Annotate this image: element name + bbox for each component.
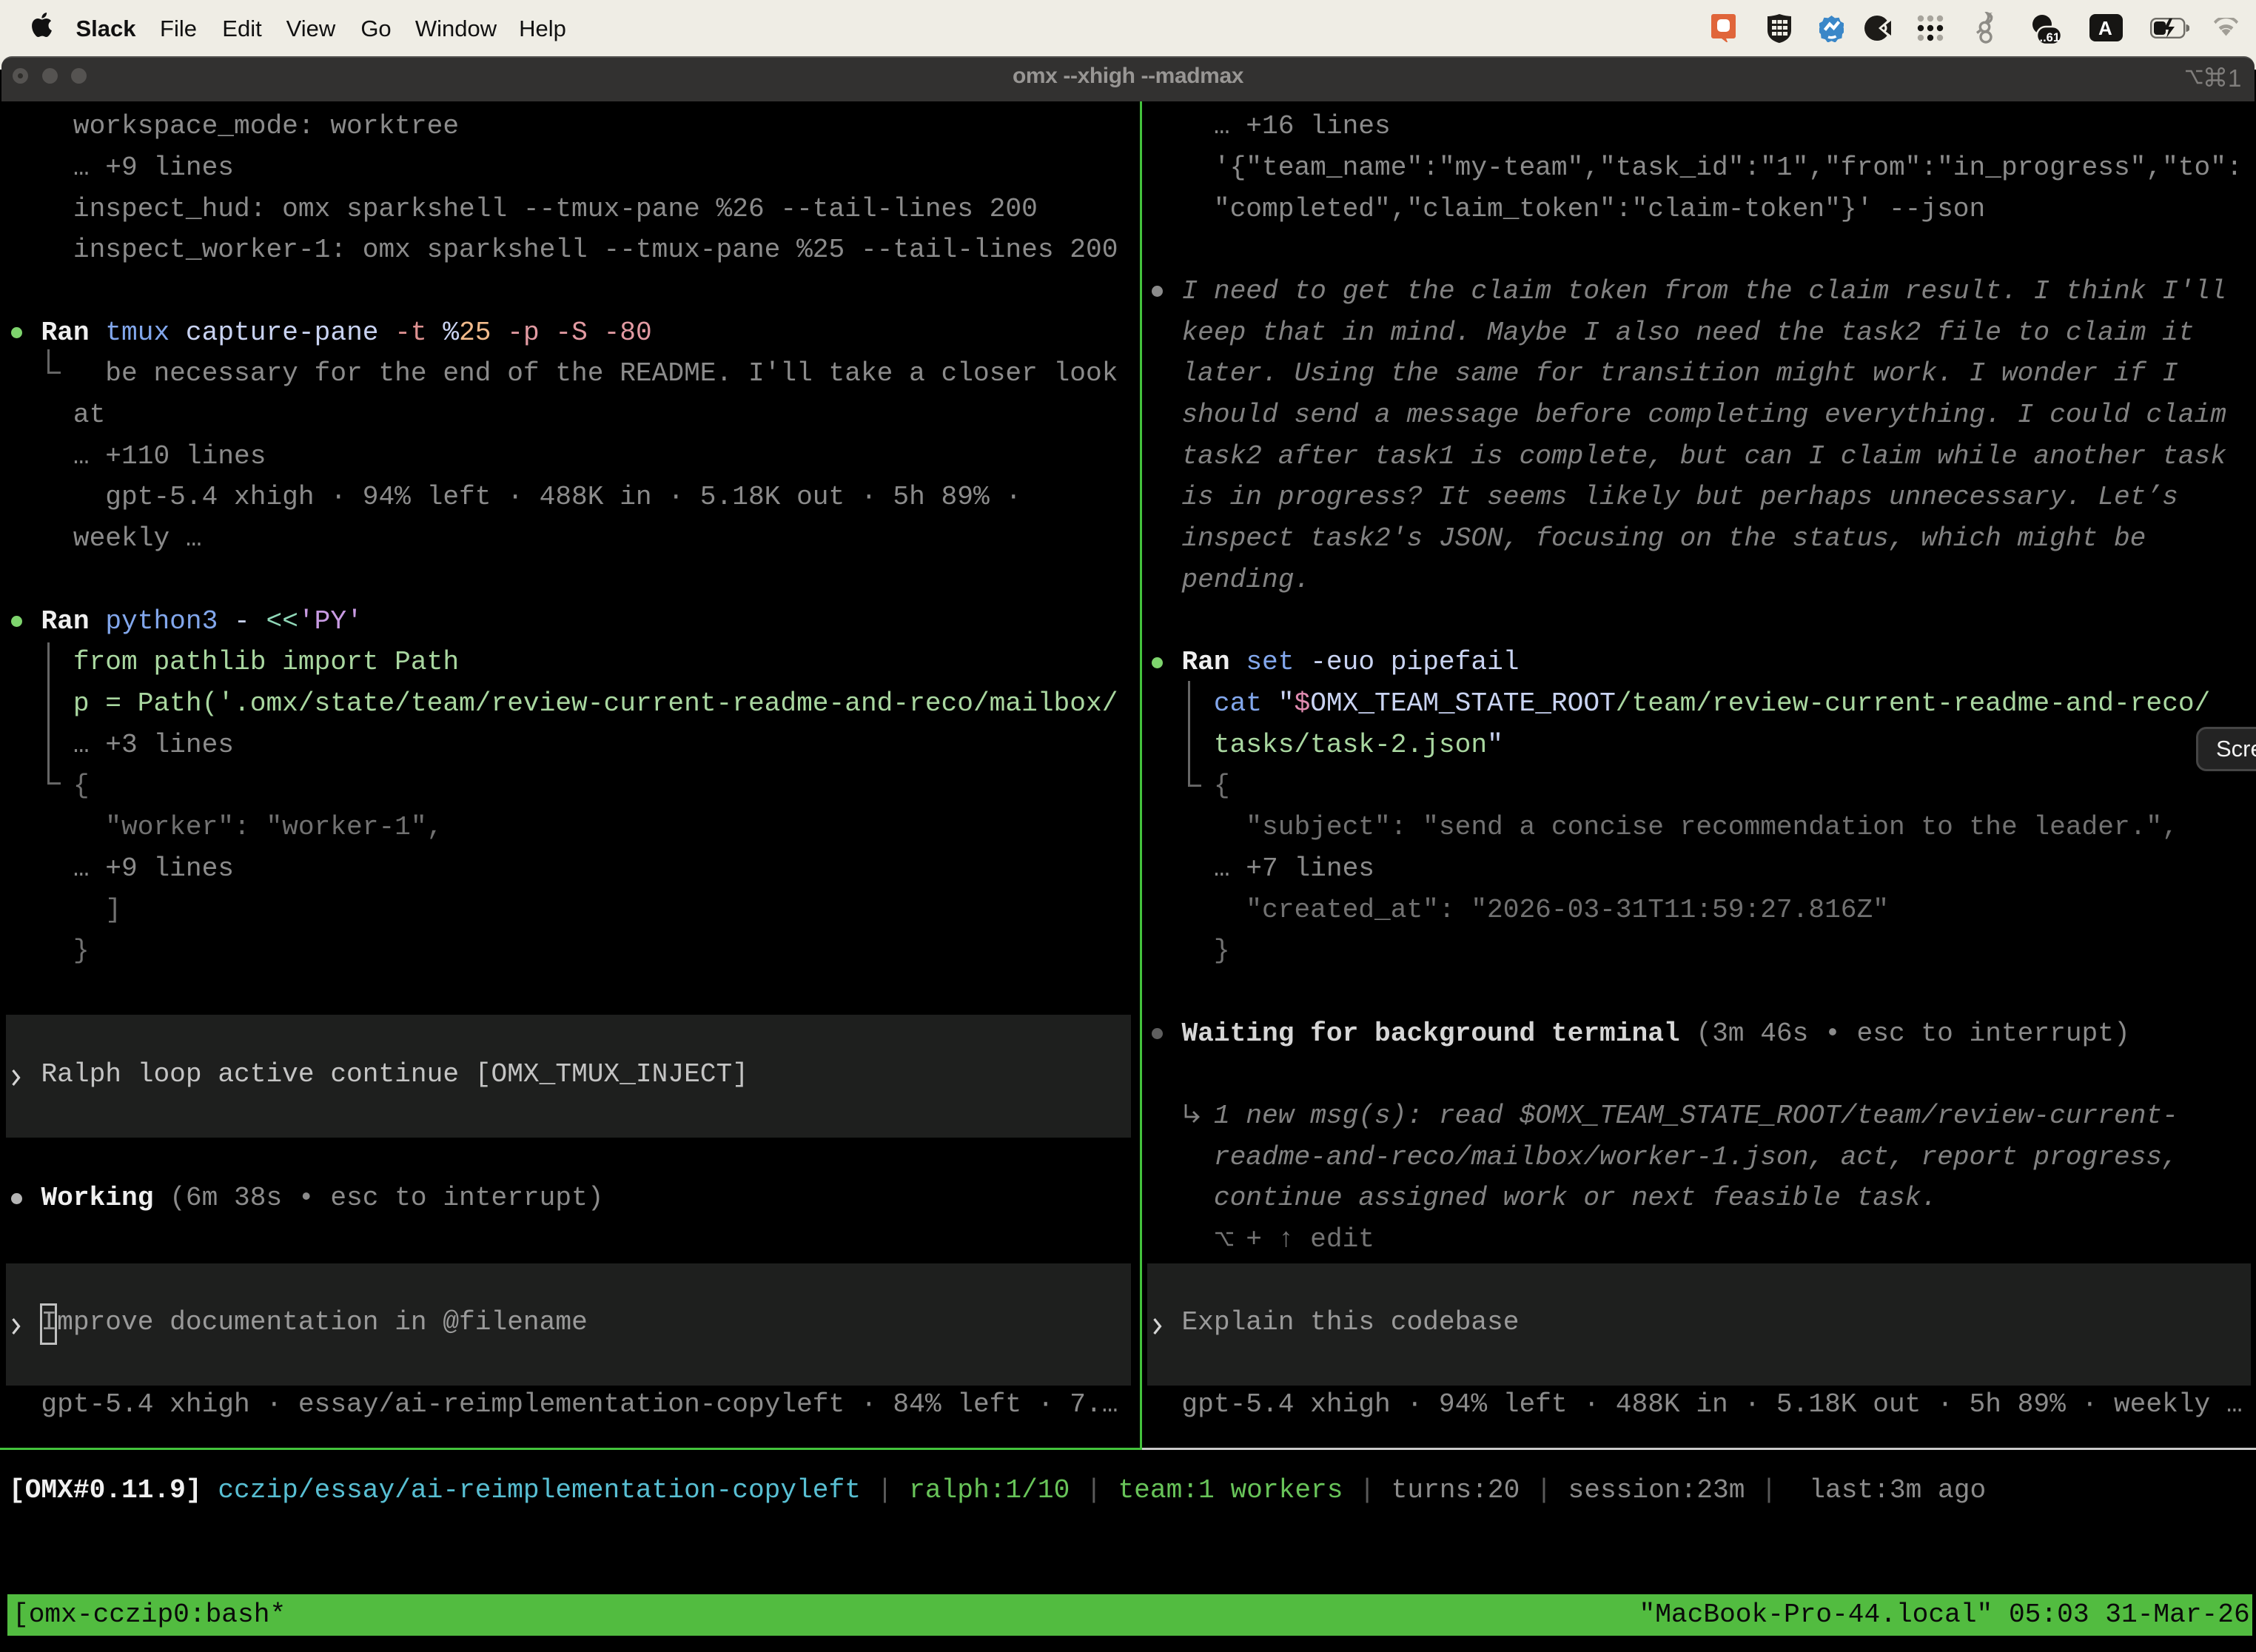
svg-text:A: A — [2098, 17, 2112, 39]
svg-text:..61: ..61 — [2040, 31, 2061, 44]
